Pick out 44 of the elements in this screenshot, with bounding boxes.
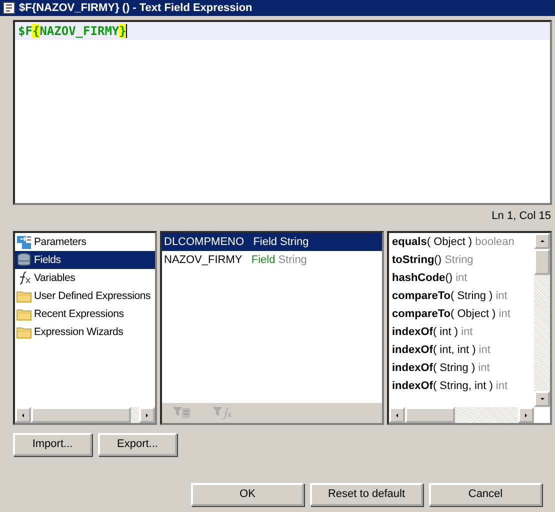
window-icon [3,2,15,14]
side-button[interactable]: Export... [98,433,177,456]
database-icon [16,252,32,268]
category-item[interactable]: Variables [15,269,155,287]
dialog-button[interactable]: Reset to default [310,483,423,506]
method-item[interactable]: toString() String [389,251,534,269]
dialog-button[interactable]: OK [191,483,304,506]
arrow-icon [395,412,399,418]
method-item[interactable]: equals( Object ) boolean [389,233,534,251]
insert-field-icon [172,405,192,421]
window-title: $F{NAZOV_FIRMY} () - Text Field Expression [19,1,252,16]
method-item[interactable]: indexOf( int, int ) int [389,341,534,359]
side-button[interactable]: Import... [13,433,92,456]
arrow-icon [538,397,546,401]
method-item[interactable]: hashCode() int [389,269,534,287]
cursor-position: Ln 1, Col 15 [492,210,551,222]
category-item[interactable]: Fields [15,251,155,269]
arrow-icon [538,239,546,243]
scroll-arrow-button[interactable] [15,407,31,423]
category-item[interactable]: User Defined Expressions [15,287,155,305]
parameter-icon [16,234,32,250]
arrow-icon [21,412,25,418]
scrollbar-thumb[interactable] [31,407,131,423]
method-item[interactable]: indexOf( String, int ) int [389,377,534,395]
scroll-arrow-button[interactable] [518,407,534,423]
dialog-button[interactable]: Cancel [429,483,542,506]
method-item[interactable]: compareTo( Object ) int [389,305,534,323]
category-item[interactable]: Expression Wizards [15,323,155,341]
insert-function-icon [212,405,232,421]
category-item[interactable]: Parameters [15,233,155,251]
method-item[interactable]: indexOf( String ) int [389,359,534,377]
scroll-arrow-button[interactable] [389,407,405,423]
arrow-icon [145,412,149,418]
arrow-icon [524,412,528,418]
method-item[interactable]: compareTo( String ) int [389,287,534,305]
scrollbar-thumb[interactable] [405,407,455,423]
scrollbar-thumb[interactable] [534,249,550,275]
scroll-arrow-button[interactable] [534,391,550,407]
field-item[interactable]: NAZOV_FIRMY Field String [162,251,382,269]
scroll-arrow-button[interactable] [534,233,550,249]
field-item[interactable]: DLCOMPMENO Field String [162,233,382,251]
method-item[interactable]: indexOf( int ) int [389,323,534,341]
category-item[interactable]: Recent Expressions [15,305,155,323]
scroll-arrow-button[interactable] [139,407,155,423]
